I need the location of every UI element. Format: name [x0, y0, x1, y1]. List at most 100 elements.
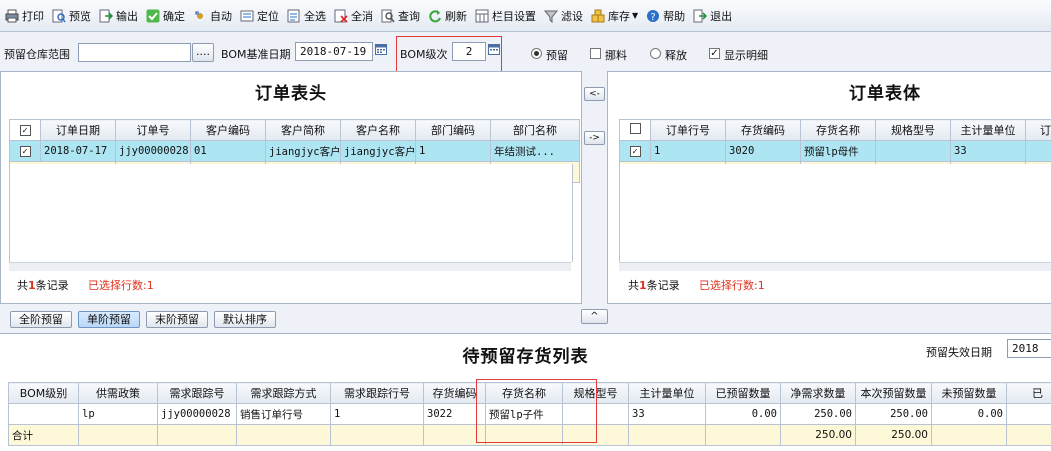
query-icon [381, 9, 395, 23]
toolbar-button-label: 定位 [257, 8, 279, 24]
column-header[interactable]: 部门编码 [416, 120, 491, 141]
column-header[interactable]: 存货名称 [486, 383, 563, 404]
select-all-checkbox[interactable]: ✓ [10, 120, 41, 141]
table-row[interactable]: ✓2018-07-17jjy0000002801jiangjyc客户jiangj… [10, 141, 580, 162]
table-cell: 销售订单行号 [237, 404, 331, 425]
table-row[interactable]: lpjjy00000028销售订单行号13022预留lp子件330.00250.… [9, 404, 1051, 425]
default-sort-tab[interactable]: 默认排序 [214, 311, 276, 328]
move-right-button[interactable]: -> [584, 131, 605, 145]
toolbar-select-all-button[interactable]: 全选 [284, 5, 329, 27]
column-header[interactable]: 订单号 [116, 120, 191, 141]
column-header[interactable]: 主计量单位 [951, 120, 1026, 141]
column-header[interactable]: 供需政策 [79, 383, 158, 404]
column-header[interactable]: 本次预留数量 [856, 383, 932, 404]
order-body-title: 订单表体 [608, 79, 1051, 104]
column-header[interactable]: BOM级别 [9, 383, 79, 404]
toolbar-filter-button[interactable]: 滤设 [541, 5, 586, 27]
table-cell: 0.00 [932, 404, 1007, 425]
transfer-checkbox[interactable] [590, 48, 601, 59]
toolbar-preview-button[interactable]: 预览 [49, 5, 94, 27]
full-level-reserve-tab[interactable]: 全阶预留 [10, 311, 72, 328]
sum-cell [706, 425, 781, 446]
toolbar-exit-button[interactable]: 退出 [690, 5, 735, 27]
table-cell: 2018-07-17 [41, 141, 116, 162]
toolbar-confirm-button[interactable]: 确定 [143, 5, 188, 27]
order-body-selected-count: 已选择行数:1 [699, 277, 765, 293]
column-header[interactable]: 客户编码 [191, 120, 266, 141]
column-header[interactable]: 存货编码 [726, 120, 801, 141]
chevron-down-icon[interactable]: ▼ [632, 11, 638, 20]
sum-cell [424, 425, 486, 446]
order-body-empty-area [619, 164, 1051, 262]
order-header-scrollbar[interactable] [9, 262, 571, 271]
show-detail-checkbox[interactable]: ✓ [709, 48, 720, 59]
single-level-reserve-tab[interactable]: 单阶预留 [78, 311, 140, 328]
order-body-scrollbar[interactable] [619, 262, 1051, 271]
table-cell: 33 [951, 141, 1026, 162]
column-header[interactable]: 已预留数量 [706, 383, 781, 404]
bom-level-input[interactable]: 2 [452, 42, 486, 61]
move-left-button[interactable]: <- [584, 87, 605, 101]
column-header[interactable]: 客户名称 [341, 120, 416, 141]
toolbar-button-label: 预览 [69, 8, 91, 24]
column-header[interactable]: 客户简称 [266, 120, 341, 141]
select-all-checkbox[interactable] [620, 120, 651, 141]
checkbox-checked-icon[interactable]: ✓ [630, 146, 641, 157]
toolbar-help-button[interactable]: ?帮助 [643, 5, 688, 27]
toolbar-inventory-button[interactable]: 库存▼ [588, 5, 641, 27]
toolbar-print-button[interactable]: 打印 [2, 5, 47, 27]
table-row[interactable]: ✓13020预留lp母件33 [620, 141, 1051, 162]
filter-icon [544, 9, 558, 23]
table-header-row: ✓ 订单日期订单号客户编码客户简称客户名称部门编码部门名称 [10, 120, 580, 141]
column-header[interactable]: 存货名称 [801, 120, 876, 141]
column-header[interactable]: 需求跟踪方式 [237, 383, 331, 404]
column-header[interactable]: 规格型号 [876, 120, 951, 141]
column-header[interactable]: 规格型号 [563, 383, 629, 404]
toolbar-column-settings-button[interactable]: 栏目设置 [472, 5, 539, 27]
toolbar-locate-button[interactable]: 定位 [237, 5, 282, 27]
sum-cell [629, 425, 706, 446]
order-header-selected-count: 已选择行数:1 [88, 277, 154, 293]
order-header-empty-area [9, 164, 573, 262]
table-cell: 年结测试... [491, 141, 580, 162]
deselect-all-icon [334, 9, 348, 23]
column-header[interactable]: 需求跟踪行号 [331, 383, 424, 404]
toolbar-query-button[interactable]: 查询 [378, 5, 423, 27]
column-header[interactable]: 已 [1007, 383, 1051, 404]
expiry-date-input[interactable]: 2018 [1007, 339, 1051, 358]
column-header[interactable]: 订单行号 [651, 120, 726, 141]
warehouse-browse-button[interactable]: .... [192, 43, 214, 62]
warehouse-range-label: 预留仓库范围 [4, 46, 70, 62]
checkbox-checked-icon[interactable]: ✓ [20, 146, 31, 157]
row-checkbox[interactable]: ✓ [10, 141, 41, 162]
toolbar-auto-button[interactable]: 自动 [190, 5, 235, 27]
inventory-icon [591, 9, 605, 23]
order-body-panel: 订单表体 订单行号存货编码存货名称规格型号主计量单位订✓13020预留lp母件3… [607, 71, 1051, 304]
collapse-up-button[interactable]: ^ [581, 309, 608, 324]
row-checkbox[interactable]: ✓ [620, 141, 651, 162]
reserve-radio[interactable] [531, 48, 542, 59]
checkbox-checked-icon[interactable]: ✓ [20, 125, 31, 136]
toolbar-export-button[interactable]: 输出 [96, 5, 141, 27]
column-header[interactable]: 净需求数量 [781, 383, 856, 404]
toolbar-deselect-all-button[interactable]: 全消 [331, 5, 376, 27]
toolbar-refresh-button[interactable]: 刷新 [425, 5, 470, 27]
last-level-reserve-tab[interactable]: 末阶预留 [146, 311, 208, 328]
sum-cell [932, 425, 1007, 446]
column-header[interactable]: 存货编码 [424, 383, 486, 404]
column-header[interactable]: 订 [1026, 120, 1051, 141]
table-cell: 3022 [424, 404, 486, 425]
checkbox-icon[interactable] [630, 123, 641, 134]
column-header[interactable]: 需求跟踪号 [158, 383, 237, 404]
column-header[interactable]: 订单日期 [41, 120, 116, 141]
calendar-icon[interactable] [375, 43, 387, 55]
warehouse-range-input[interactable] [78, 43, 191, 62]
spinner-icon[interactable] [488, 43, 500, 55]
column-header[interactable]: 未预留数量 [932, 383, 1007, 404]
bom-date-input[interactable]: 2018-07-19 [295, 42, 373, 61]
column-header[interactable]: 主计量单位 [629, 383, 706, 404]
sum-label: 合计 [9, 425, 79, 446]
column-header[interactable]: 部门名称 [491, 120, 580, 141]
release-radio[interactable] [650, 48, 661, 59]
locate-icon [240, 9, 254, 23]
